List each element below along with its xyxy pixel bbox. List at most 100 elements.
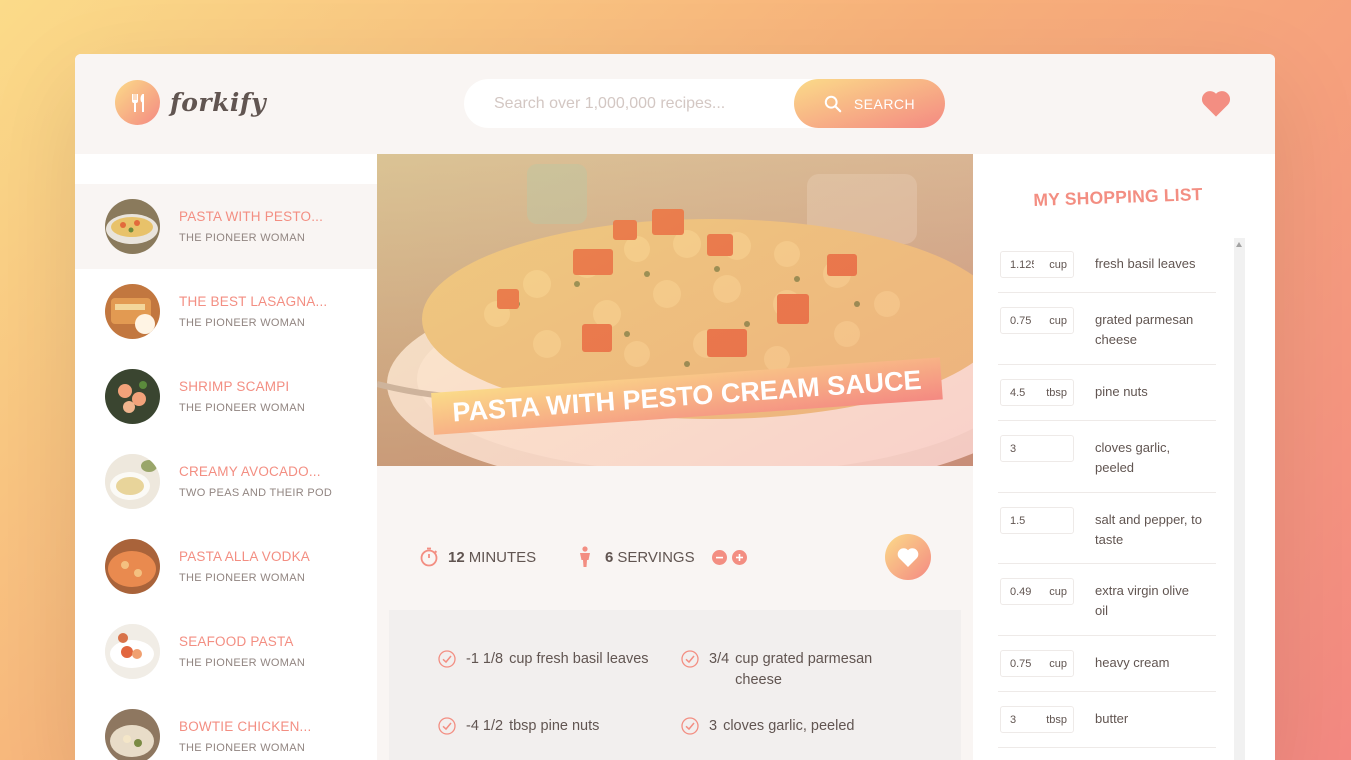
heart-icon <box>1201 91 1231 117</box>
result-title: SHRIMP SCAMPI <box>179 379 290 394</box>
result-item[interactable]: THE BEST LASAGNA... THE PIONEER WOMAN <box>75 269 377 354</box>
shopping-description: pine nuts <box>1095 384 1148 399</box>
shopping-count-input[interactable]: 0.75 cup <box>1000 650 1074 677</box>
shopping-item: 4.5 tbsp pine nuts <box>998 366 1216 421</box>
shopping-list-title: MY SHOPPING LIST <box>1033 184 1203 210</box>
search-icon <box>824 95 842 112</box>
result-title: SEAFOOD PASTA <box>179 634 294 649</box>
recipe-minutes-unit: MINUTES <box>468 548 537 566</box>
result-item[interactable]: BOWTIE CHICKEN... THE PIONEER WOMAN <box>75 694 377 760</box>
shopping-count-input[interactable]: 3 tbsp <box>1000 706 1074 733</box>
shopping-count-value: 0.75 <box>1010 657 1032 670</box>
ingredient-list: -1 1/8 cup fresh basil leaves 3/4 cup gr… <box>389 610 961 760</box>
likes-menu[interactable] <box>1199 88 1233 122</box>
search-results: PASTA WITH PESTO... THE PIONEER WOMAN TH… <box>75 154 377 760</box>
result-publisher: TWO PEAS AND THEIR POD <box>179 487 333 499</box>
result-publisher: THE PIONEER WOMAN <box>179 657 306 669</box>
ingredient-text: tbsp pine nuts <box>509 718 600 734</box>
shopping-unit: tbsp <box>1046 386 1067 399</box>
check-circle-icon <box>438 650 456 668</box>
shopping-description: butter <box>1095 711 1129 726</box>
search-input[interactable] <box>494 94 794 113</box>
result-title: CREAMY AVOCADO... <box>179 464 321 479</box>
shopping-unit: cup <box>1049 314 1067 327</box>
ingredient-qty: -1 1/8 <box>466 651 504 667</box>
search-button-label: SEARCH <box>853 95 916 112</box>
person-icon <box>580 546 590 567</box>
recipe-minutes: 12 <box>448 548 465 566</box>
logo-text: forkify <box>170 88 267 117</box>
shopping-description: cloves garlic, peeled <box>1095 440 1171 475</box>
result-thumbnail <box>105 709 160 760</box>
shopping-item: 3 tbsp butter <box>998 693 1216 748</box>
ingredient-item: -1 1/8 cup fresh basil leaves <box>438 649 678 670</box>
shopping-count-input[interactable]: 1.125 cup <box>1000 251 1074 278</box>
result-publisher: THE PIONEER WOMAN <box>179 402 306 414</box>
scrollbar[interactable] <box>1234 238 1245 760</box>
shopping-count-input[interactable]: 1.5 <box>1000 507 1074 534</box>
recipe-servings-count: 6 <box>605 548 614 566</box>
check-circle-icon <box>681 717 699 735</box>
result-publisher: THE PIONEER WOMAN <box>179 317 306 329</box>
shopping-item: 3 cloves garlic, peeled <box>998 422 1216 493</box>
shopping-unit: cup <box>1049 258 1067 271</box>
plus-icon <box>735 553 743 561</box>
shopping-count-input[interactable]: 0.75 cup <box>1000 307 1074 334</box>
search-button[interactable]: SEARCH <box>794 79 945 128</box>
recipe-servings: 6 SERVINGS <box>577 534 747 580</box>
search-form: SEARCH <box>464 79 945 128</box>
decrease-servings-button[interactable] <box>711 549 727 565</box>
result-thumbnail <box>105 624 160 679</box>
ingredient-text: cup fresh basil leaves <box>509 651 649 667</box>
heart-icon <box>897 548 919 567</box>
recipe: PASTA WITH PESTO CREAM SAUCE 12 MINUTES <box>377 154 973 760</box>
result-item[interactable]: CREAMY AVOCADO... TWO PEAS AND THEIR POD <box>75 439 377 524</box>
logo[interactable]: forkify <box>115 80 266 125</box>
shopping-description: extra virgin olive oil <box>1095 583 1189 618</box>
result-thumbnail <box>105 369 160 424</box>
shopping-unit: cup <box>1049 657 1067 670</box>
shopping-unit: cup <box>1049 585 1067 598</box>
ingredient-item: 3/4 cup grated parmesan cheese <box>681 649 911 691</box>
increase-servings-button[interactable] <box>731 549 747 565</box>
shopping-count-value: 0.49 <box>1010 585 1032 598</box>
result-title: PASTA ALLA VODKA <box>179 549 311 564</box>
result-thumbnail <box>105 539 160 594</box>
fork-knife-icon <box>115 80 160 125</box>
shopping-list-panel: MY SHOPPING LIST 1.125 cup fresh basil l… <box>973 154 1275 760</box>
recipe-image: PASTA WITH PESTO CREAM SAUCE <box>377 154 973 466</box>
recipe-time: 12 MINUTES <box>419 534 536 580</box>
stopwatch-icon <box>420 547 438 567</box>
result-item[interactable]: PASTA WITH PESTO... THE PIONEER WOMAN <box>75 184 377 269</box>
shopping-item: 0.75 cup grated parmesan cheese <box>998 294 1216 365</box>
shopping-item: 0.75 cup heavy cream <box>998 637 1216 692</box>
scroll-up-icon[interactable] <box>1236 242 1242 247</box>
shopping-count-value: 4.5 <box>1010 386 1026 399</box>
result-item[interactable]: PASTA ALLA VODKA THE PIONEER WOMAN <box>75 524 377 609</box>
result-item[interactable]: SEAFOOD PASTA THE PIONEER WOMAN <box>75 609 377 694</box>
ingredient-qty: 3 <box>709 718 718 734</box>
result-publisher: THE PIONEER WOMAN <box>179 232 306 244</box>
shopping-item: 1.5 salt and pepper, to taste <box>998 494 1216 564</box>
shopping-count-input[interactable]: 4.5 tbsp <box>1000 379 1074 406</box>
result-publisher: THE PIONEER WOMAN <box>179 742 306 754</box>
recipe-servings-unit: SERVINGS <box>617 548 695 566</box>
header: forkify SEARCH <box>75 54 1275 154</box>
minus-icon <box>715 556 723 558</box>
result-title: PASTA WITH PESTO... <box>179 209 324 224</box>
ingredient-qty: -4 1/2 <box>466 718 504 734</box>
shopping-count-input[interactable]: 0.49 cup <box>1000 578 1074 605</box>
check-circle-icon <box>438 717 456 735</box>
result-title: BOWTIE CHICKEN... <box>179 719 312 734</box>
bookmark-like-button[interactable] <box>885 534 931 580</box>
ingredient-qty: 3/4 <box>709 651 730 667</box>
shopping-item: 1.125 cup fresh basil leaves <box>998 238 1216 293</box>
shopping-description: grated parmesan cheese <box>1095 312 1194 347</box>
shopping-description: salt and pepper, to taste <box>1095 512 1202 547</box>
app-window: forkify SEARCH PASTA WITH PE <box>75 54 1275 760</box>
shopping-unit: tbsp <box>1046 713 1067 726</box>
shopping-count-input[interactable]: 3 <box>1000 435 1074 462</box>
result-thumbnail <box>105 199 160 254</box>
result-item[interactable]: SHRIMP SCAMPI THE PIONEER WOMAN <box>75 354 377 439</box>
ingredient-text: cloves garlic, peeled <box>723 718 855 734</box>
